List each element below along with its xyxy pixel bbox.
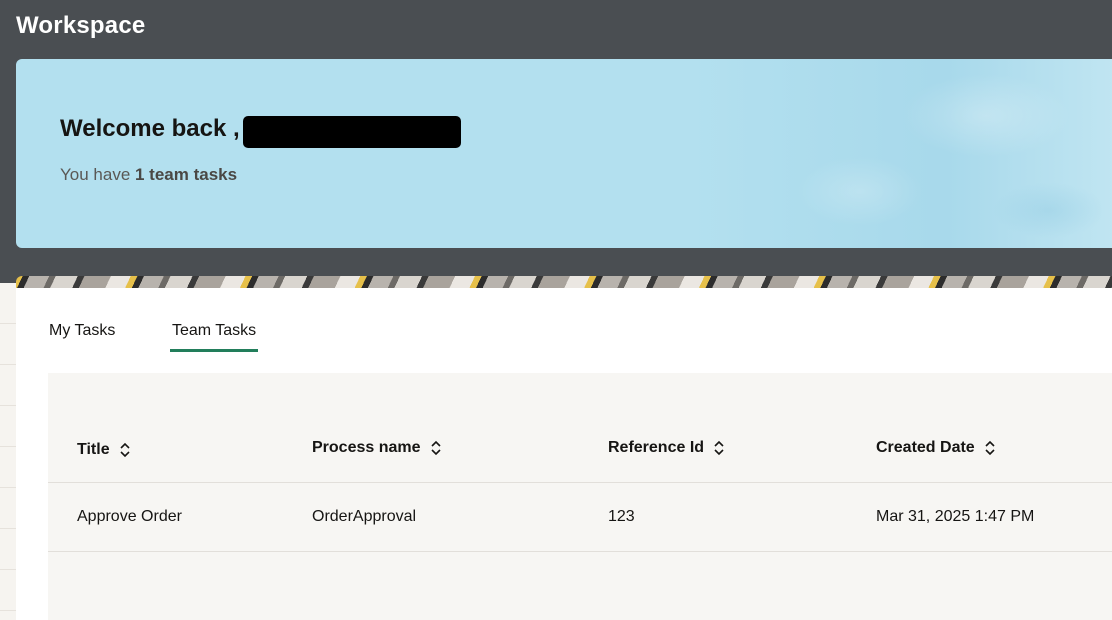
column-header-created-date[interactable]: Created Date bbox=[876, 439, 997, 457]
cell-created-date: Mar 31, 2025 1:47 PM bbox=[876, 508, 1035, 525]
column-header-reference-id[interactable]: Reference Id bbox=[608, 439, 726, 457]
decorative-pattern-band bbox=[16, 276, 1112, 288]
column-header-created-date-label: Created Date bbox=[876, 439, 975, 456]
sort-arrows-icon[interactable] bbox=[712, 439, 726, 457]
app-title: Workspace bbox=[16, 12, 146, 39]
column-header-process-name[interactable]: Process name bbox=[312, 439, 443, 457]
table-row-divider bbox=[48, 482, 1112, 483]
task-summary-prefix: You have bbox=[60, 165, 135, 184]
welcome-banner: Welcome back , You have 1 team tasks bbox=[16, 59, 1112, 248]
sort-arrows-icon[interactable] bbox=[118, 441, 132, 459]
task-summary: You have 1 team tasks bbox=[60, 165, 237, 185]
welcome-banner-texture bbox=[692, 59, 1112, 248]
sort-arrows-icon[interactable] bbox=[983, 439, 997, 457]
cell-reference-id: 123 bbox=[608, 508, 635, 525]
task-summary-count: 1 team tasks bbox=[135, 165, 238, 184]
column-header-title-label: Title bbox=[77, 441, 110, 458]
left-background-lines bbox=[0, 283, 16, 620]
tab-my-tasks[interactable]: My Tasks bbox=[49, 322, 115, 352]
column-header-title[interactable]: Title bbox=[77, 441, 132, 459]
tab-team-tasks[interactable]: Team Tasks bbox=[172, 322, 256, 352]
column-header-process-name-label: Process name bbox=[312, 439, 421, 456]
redacted-user-name bbox=[243, 116, 461, 148]
selected-tab-indicator bbox=[170, 349, 258, 352]
cell-process-name: OrderApproval bbox=[312, 508, 417, 525]
sort-arrows-icon[interactable] bbox=[429, 439, 443, 457]
column-header-reference-id-label: Reference Id bbox=[608, 439, 705, 456]
tasks-table bbox=[48, 373, 1112, 620]
table-row-divider bbox=[48, 551, 1112, 552]
cell-title[interactable]: Approve Order bbox=[77, 508, 182, 526]
welcome-heading: Welcome back , bbox=[60, 115, 240, 142]
